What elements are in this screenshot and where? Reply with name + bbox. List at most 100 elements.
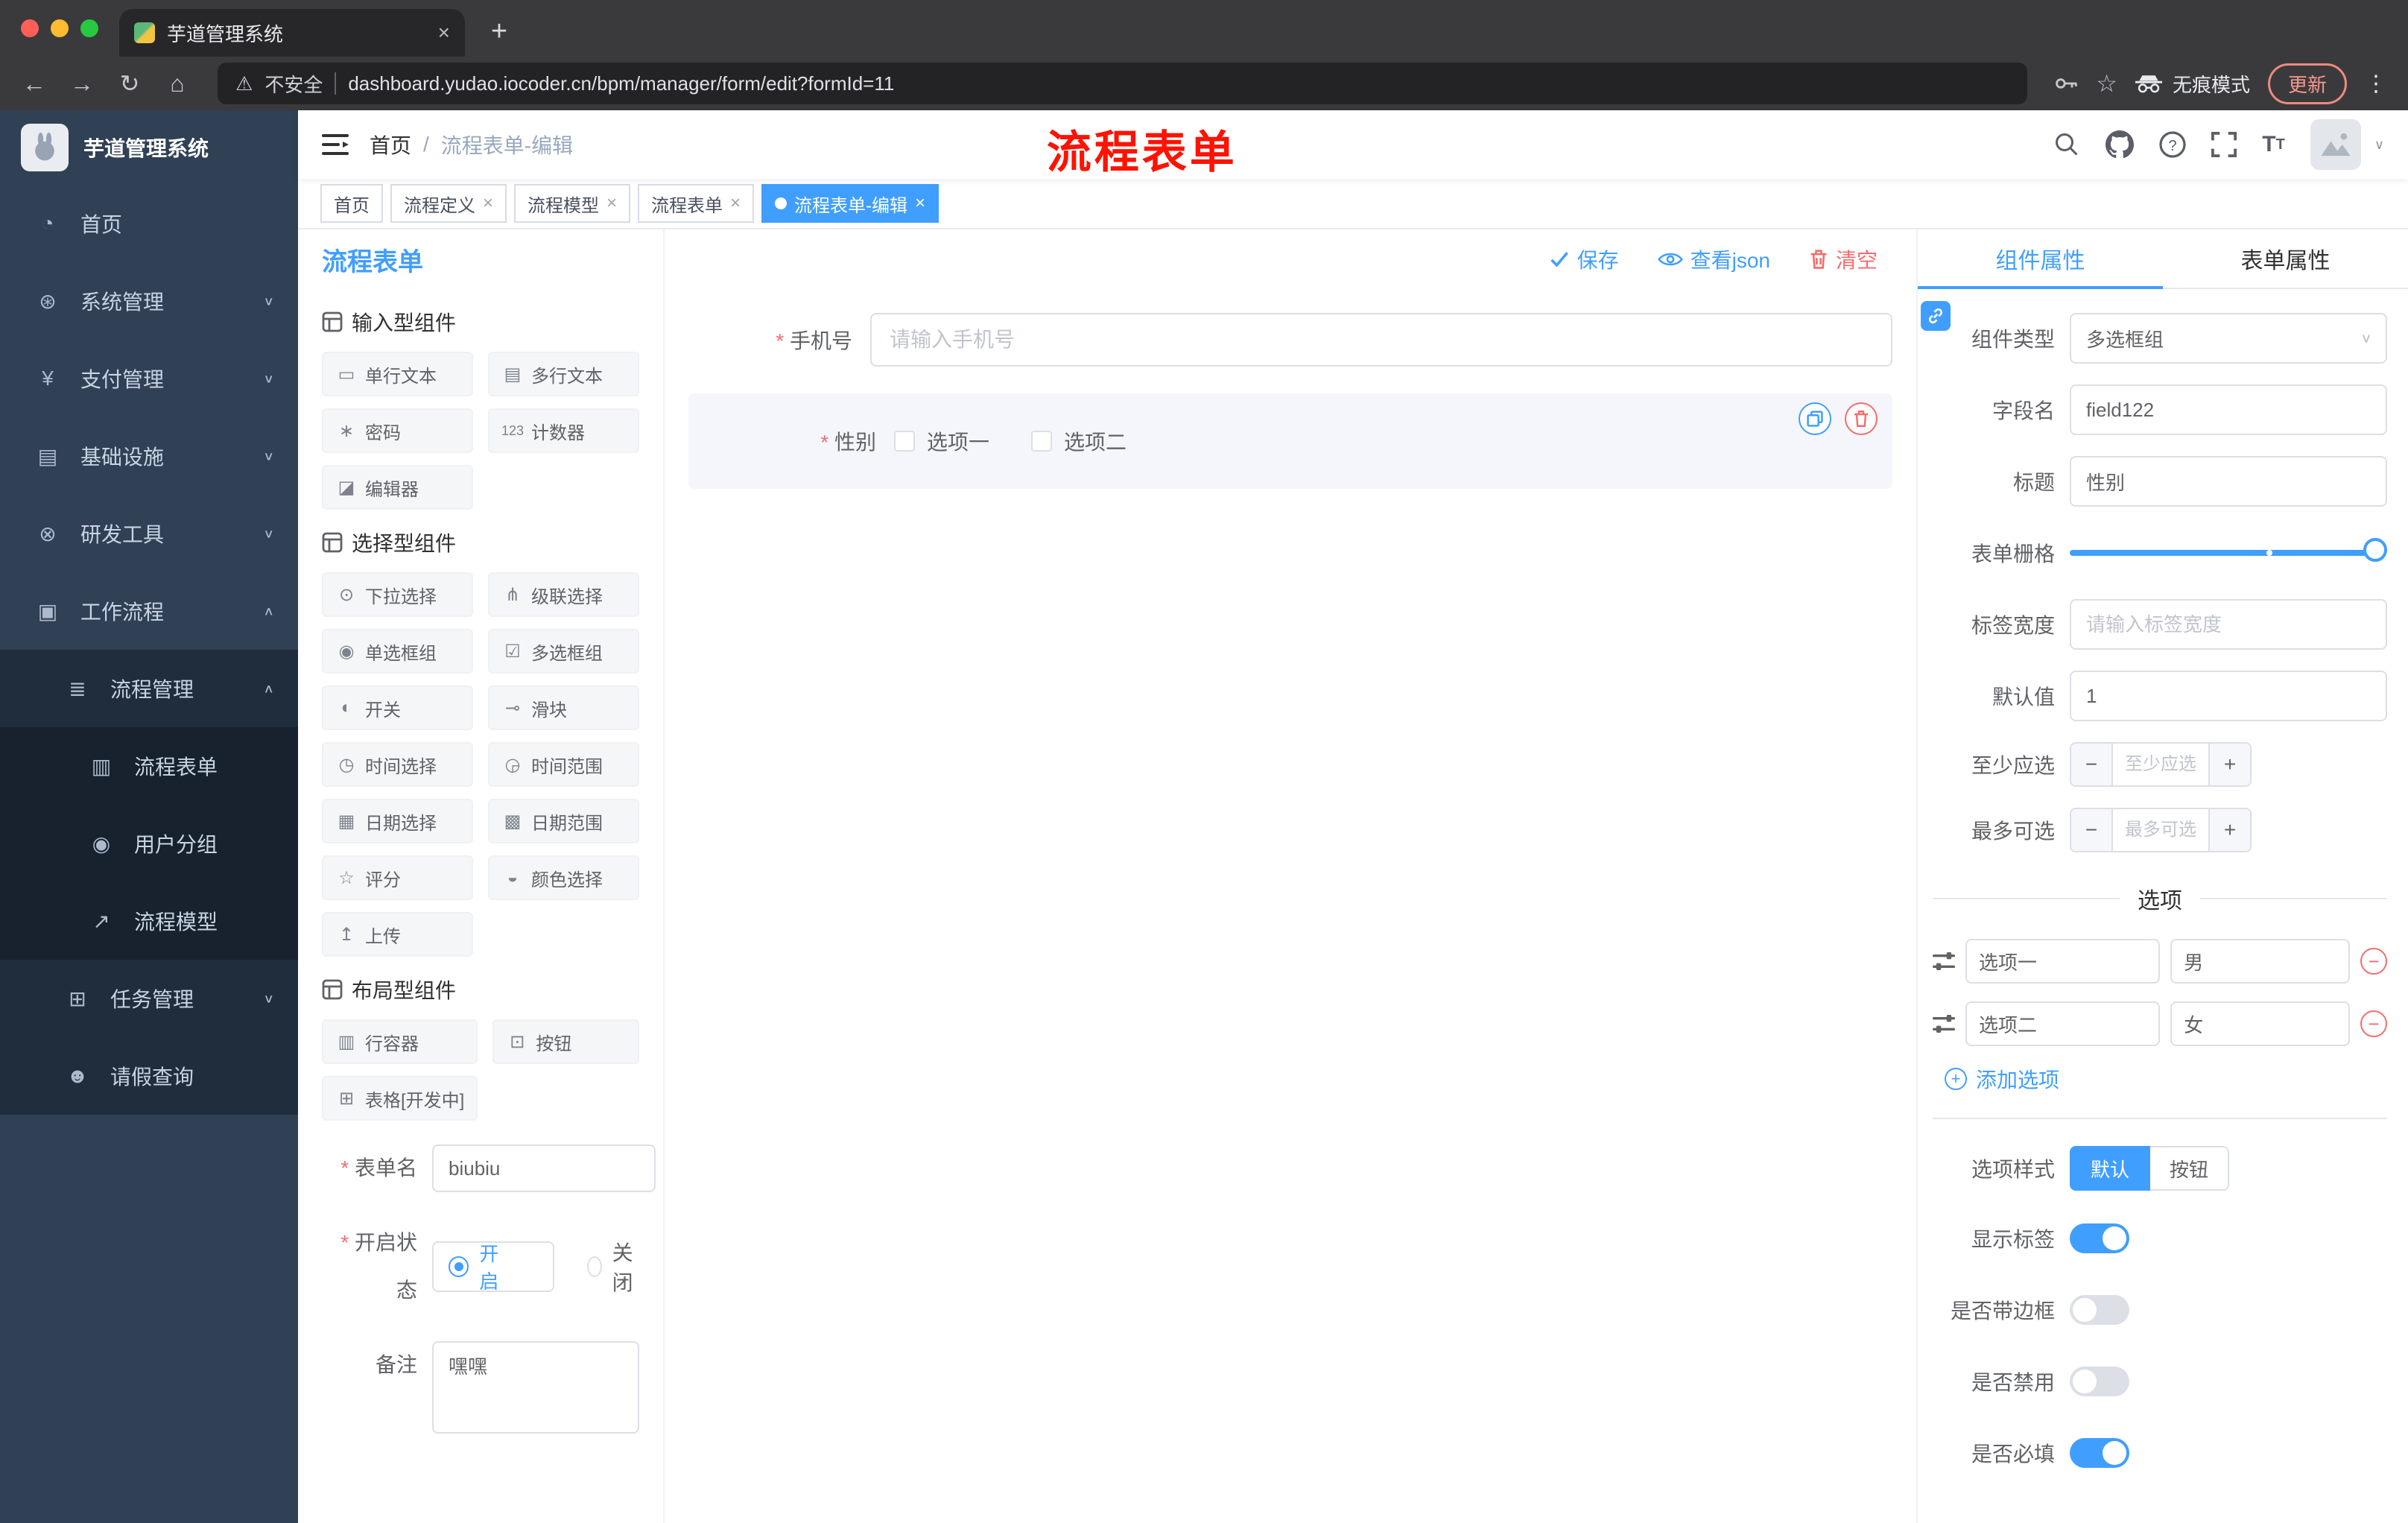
bookmark-star-icon[interactable]: ☆ (2096, 69, 2117, 98)
component-item-counter[interactable]: 123 计数器 (488, 408, 639, 453)
sidebar-item-user-group[interactable]: ◉ 用户分组 (0, 805, 298, 882)
decrease-button[interactable]: − (2071, 809, 2113, 851)
component-type-select[interactable]: 多选框组 ∨ (2070, 313, 2387, 364)
component-item-single-line-text[interactable]: ▭ 单行文本 (322, 352, 473, 396)
font-size-icon[interactable]: TT (2262, 132, 2285, 157)
drag-handle-icon[interactable] (1933, 950, 1955, 972)
component-item-time-picker[interactable]: ◷ 时间选择 (322, 742, 473, 787)
sidebar-item-process-form[interactable]: ▥ 流程表单 (0, 727, 298, 805)
home-button[interactable]: ⌂ (158, 64, 197, 103)
component-item-row-container[interactable]: ▥ 行容器 (322, 1019, 478, 1064)
component-item-rate[interactable]: ☆ 评分 (322, 855, 473, 900)
label-width-input[interactable] (2070, 599, 2387, 650)
sidebar-item-leave-query[interactable]: ☻ 请假查询 (0, 1037, 298, 1115)
slider-handle[interactable] (2363, 538, 2387, 562)
avatar-caret-icon[interactable]: ∨ (2374, 137, 2384, 153)
sidebar-item-workflow[interactable]: ▣ 工作流程 ∧ (0, 572, 298, 650)
sidebar-item-process-model[interactable]: ↗ 流程模型 (0, 882, 298, 960)
style-button-button[interactable]: 按钮 (2150, 1146, 2230, 1191)
sidebar-item-process-management[interactable]: ≣ 流程管理 ∧ (0, 650, 298, 727)
option-label-input[interactable] (1965, 939, 2161, 984)
border-switch[interactable] (2070, 1295, 2129, 1325)
tab-form-props[interactable]: 表单属性 (2163, 229, 2408, 288)
phone-input[interactable] (870, 313, 1892, 367)
maximize-window-button[interactable] (80, 19, 98, 37)
component-item-upload[interactable]: ↥ 上传 (322, 912, 473, 957)
copy-component-button[interactable] (1799, 402, 1831, 435)
close-window-button[interactable] (21, 19, 39, 37)
tag-process-model[interactable]: 流程模型 × (514, 184, 631, 223)
github-icon[interactable] (2106, 130, 2135, 159)
decrease-button[interactable]: − (2071, 744, 2113, 785)
drag-handle-icon[interactable] (1933, 1013, 1955, 1035)
browser-tab[interactable]: 芋道管理系统 × (119, 9, 465, 57)
tag-close-icon[interactable]: × (915, 193, 925, 214)
link-button[interactable] (1921, 301, 1951, 331)
gender-option-2[interactable]: 选项二 (1031, 426, 1127, 456)
tag-close-icon[interactable]: × (483, 193, 493, 214)
browser-menu-icon[interactable]: ⋮ (2365, 71, 2387, 97)
tag-process-form[interactable]: 流程表单 × (638, 184, 755, 223)
tab-close-icon[interactable]: × (438, 21, 450, 45)
breadcrumb-home[interactable]: 首页 (370, 130, 411, 159)
search-icon[interactable] (2053, 131, 2080, 158)
component-item-switch[interactable]: ◐ 开关 (322, 685, 473, 730)
forward-button[interactable]: → (63, 64, 101, 103)
disabled-switch[interactable] (2070, 1367, 2129, 1396)
form-name-input[interactable] (432, 1144, 656, 1192)
add-option-button[interactable]: + 添加选项 (1945, 1064, 2387, 1094)
reload-button[interactable]: ↻ (110, 64, 149, 103)
remark-textarea[interactable]: 嘿嘿 (432, 1341, 639, 1434)
delete-component-button[interactable] (1845, 402, 1878, 435)
gender-option-1[interactable]: 选项一 (894, 426, 989, 456)
component-item-date-picker[interactable]: ▦ 日期选择 (322, 799, 473, 843)
component-item-multi-line-text[interactable]: ▤ 多行文本 (488, 352, 639, 396)
component-item-date-range[interactable]: ▩ 日期范围 (488, 799, 639, 843)
remove-option-button[interactable]: − (2360, 948, 2387, 975)
sidebar-item-task-management[interactable]: ⊞ 任务管理 ∨ (0, 960, 298, 1037)
canvas-field-gender-selected[interactable]: 性别 选项一 选项二 (688, 393, 1892, 489)
min-select-input[interactable] (2113, 744, 2208, 785)
tag-home[interactable]: 首页 (320, 184, 383, 223)
increase-button[interactable]: + (2208, 744, 2250, 785)
view-json-button[interactable]: 查看json (1657, 244, 1770, 274)
help-icon[interactable]: ? (2159, 131, 2186, 158)
component-item-slider[interactable]: ⊸ 滑块 (488, 685, 639, 730)
option-value-input[interactable] (2170, 939, 2350, 984)
component-item-editor[interactable]: ◪ 编辑器 (322, 465, 473, 510)
tag-close-icon[interactable]: × (606, 193, 617, 214)
sidebar-item-infrastructure[interactable]: ▤ 基础设施 ∨ (0, 417, 298, 495)
style-default-button[interactable]: 默认 (2070, 1146, 2151, 1191)
new-tab-button[interactable]: + (480, 12, 519, 51)
component-item-table[interactable]: ⊞ 表格[开发中] (322, 1076, 478, 1121)
url-bar[interactable]: ⚠ 不安全 dashboard.yudao.iocoder.cn/bpm/man… (218, 63, 2028, 104)
option-value-input[interactable] (2170, 1001, 2350, 1046)
sidebar-item-payment[interactable]: ¥ 支付管理 ∨ (0, 340, 298, 417)
component-item-time-range[interactable]: ◶ 时间范围 (488, 742, 639, 787)
fullscreen-icon[interactable] (2211, 132, 2237, 157)
status-off-radio[interactable]: 关闭 (586, 1237, 639, 1296)
sidebar-item-system[interactable]: ⊛ 系统管理 ∨ (0, 262, 298, 340)
default-value-input[interactable] (2070, 671, 2387, 721)
checkbox-icon[interactable] (1031, 431, 1053, 452)
field-name-input[interactable] (2070, 384, 2387, 435)
tag-close-icon[interactable]: × (730, 193, 741, 214)
tag-process-definition[interactable]: 流程定义 × (390, 184, 507, 223)
minimize-window-button[interactable] (51, 19, 69, 37)
tab-component-props[interactable]: 组件属性 (1918, 229, 2163, 289)
checkbox-icon[interactable] (894, 431, 915, 452)
component-item-button[interactable]: ⊡ 按钮 (492, 1019, 639, 1064)
max-select-input[interactable] (2113, 809, 2208, 851)
clear-button[interactable]: 清空 (1809, 244, 1878, 274)
back-button[interactable]: ← (15, 64, 54, 103)
remove-option-button[interactable]: − (2360, 1010, 2387, 1037)
canvas-field-phone[interactable]: 手机号 (688, 310, 1892, 370)
status-on-radio[interactable]: 开启 (432, 1241, 554, 1293)
avatar[interactable] (2310, 119, 2361, 170)
tag-process-form-edit[interactable]: 流程表单-编辑 × (761, 184, 940, 223)
component-item-color-picker[interactable]: ◒ 颜色选择 (488, 855, 639, 900)
component-item-cascader[interactable]: ⋔ 级联选择 (488, 572, 639, 617)
title-input[interactable] (2070, 456, 2387, 507)
component-item-select[interactable]: ⊙ 下拉选择 (322, 572, 473, 617)
option-label-input[interactable] (1965, 1001, 2161, 1046)
